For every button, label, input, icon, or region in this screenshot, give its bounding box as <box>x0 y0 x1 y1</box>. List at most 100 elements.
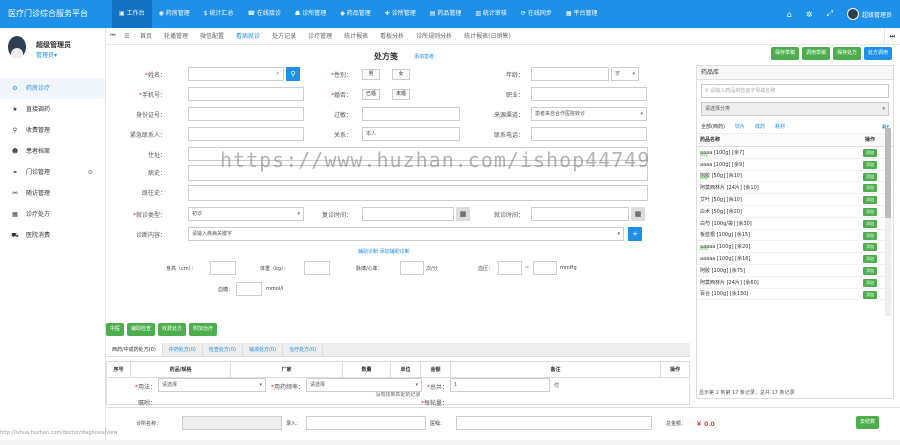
add-drug-button[interactable]: 添加 <box>863 207 877 216</box>
sidebar-item-followup[interactable]: ⚯ 随访管理 <box>0 183 105 204</box>
tab-western-rx[interactable]: 西药/中成药处方(0) <box>106 343 163 356</box>
sidebar-item-dispense[interactable]: ★ 直接调药 <box>0 99 105 120</box>
load-draft-button[interactable]: 调用草稿 <box>801 47 830 60</box>
add-drug-button[interactable]: 添加 <box>863 184 877 193</box>
bp-high-input[interactable] <box>498 261 522 275</box>
profile-role-dropdown[interactable]: 管理员▾ <box>36 50 57 59</box>
expand-icon[interactable]: ⤢ <box>827 9 833 19</box>
phone-input[interactable] <box>188 87 304 101</box>
extra-treatment-button[interactable]: 附加治疗 <box>189 323 218 336</box>
married-yes-radio[interactable]: 已婚 <box>362 89 380 100</box>
recheck-time-input[interactable] <box>362 207 454 221</box>
tab-infusion-rx[interactable]: 输液处方(0) <box>243 343 284 356</box>
married-no-radio[interactable]: 未婚 <box>392 89 410 100</box>
add-drug-button[interactable]: 添加 <box>863 255 877 264</box>
tab-rules[interactable]: 诊所规则分析 <box>410 28 458 45</box>
cat-patent[interactable]: 成药 <box>755 120 765 133</box>
tab-visit[interactable]: 看病就诊 <box>230 28 266 45</box>
sidebar-item-outpatient[interactable]: ⚭ 门诊管理 ⚙ <box>0 162 105 183</box>
add-drug-button[interactable]: 添加 <box>863 172 877 181</box>
add-diagnosis-button[interactable]: + <box>628 227 642 241</box>
past-history-textarea[interactable] <box>188 185 648 201</box>
age-input[interactable] <box>531 67 609 81</box>
tab-home[interactable]: 首页 <box>134 28 158 45</box>
visit-time-input[interactable] <box>531 207 629 221</box>
topnav-item-online[interactable]: ☎ 在线接诊 <box>241 0 288 28</box>
tab-daily-sales[interactable]: 统计报表(日销售) <box>458 28 517 45</box>
tab-herbal-rx[interactable]: 中药处方(0) <box>163 343 203 356</box>
search-patient-button[interactable]: ⚲ <box>286 67 300 81</box>
topnav-item-drugs[interactable]: ◆ 药品管理 <box>333 0 378 28</box>
topnav-item-platform[interactable]: ▦ 平台管理 <box>559 0 605 28</box>
tab-dashboard[interactable]: 看板分析 <box>374 28 410 45</box>
aux-exam-button[interactable]: 辅助检查 <box>127 323 156 336</box>
drug-category-select[interactable]: 请选择分类 <box>701 102 889 116</box>
assist-diagnosis-link[interactable]: 辅助诊断 添加辅助诊断 <box>358 248 410 255</box>
source-select[interactable]: 患者来自合作医院转诊 <box>531 107 647 121</box>
tab-exam-rx[interactable]: 检查处方(0) <box>203 343 243 356</box>
sidebar-item-billing[interactable]: ⚲ 收费管理 <box>0 120 105 141</box>
save-draft-button[interactable]: 保存草稿 <box>770 47 799 60</box>
fee-rx-button[interactable]: 收费处方 <box>158 323 187 336</box>
cat-supplies[interactable]: 耗材 <box>775 120 785 133</box>
occupation-input[interactable] <box>531 87 647 101</box>
contact-phone-input[interactable] <box>531 127 647 141</box>
tab-treatment-rx[interactable]: 治疗处方(0) <box>283 343 324 356</box>
topnav-item-clinic2[interactable]: ✚ 诊所管理 <box>378 0 423 28</box>
sugar-input[interactable] <box>236 282 262 296</box>
idcard-input[interactable] <box>188 107 304 121</box>
sidebar-item-consumption[interactable]: ⛟ 医院消费 <box>0 225 105 246</box>
tab-diag-manage[interactable]: 诊疗管理 <box>302 28 338 45</box>
add-drug-button[interactable]: 添加 <box>863 196 877 205</box>
heart-input[interactable] <box>400 261 424 275</box>
tcm-button[interactable]: 中医 <box>106 323 125 336</box>
topnav-item-workbench[interactable]: ▣ 工作台 <box>112 0 152 28</box>
sidebar-item-prescriptions[interactable]: ▦ 诊疗处方 <box>0 204 105 225</box>
tab-rx-records[interactable]: 处方记录 <box>266 28 302 45</box>
add-drug-button[interactable]: 添加 <box>863 243 877 252</box>
call-rx-button[interactable]: 处方调用 <box>863 47 892 60</box>
scroll-thumb[interactable] <box>885 128 891 218</box>
add-drug-button[interactable]: 添加 <box>863 219 877 228</box>
usage-select[interactable]: 请选择 <box>158 378 266 392</box>
checkout-button[interactable]: 去结算 <box>856 416 880 429</box>
bp-low-input[interactable] <box>533 261 557 275</box>
weight-input[interactable] <box>304 261 330 275</box>
contact-input[interactable] <box>188 127 304 141</box>
add-patient-link[interactable]: 添加患者 <box>414 53 434 60</box>
age-unit-select[interactable]: 岁 <box>611 67 639 81</box>
tabs-back-icon[interactable]: ⏮ <box>106 32 120 40</box>
sidebar-item-patients[interactable]: ☻ 患者档案 <box>0 141 105 162</box>
calendar-icon[interactable]: ▦ <box>631 207 645 221</box>
topnav-item-stats[interactable]: $ 统计汇总 <box>197 0 241 28</box>
drug-list-scrollbar[interactable] <box>885 128 891 316</box>
entered-by-input[interactable] <box>306 416 426 430</box>
gender-male-radio[interactable]: 男 <box>362 69 380 80</box>
settings-icon[interactable]: ✲ <box>806 10 813 19</box>
add-drug-button[interactable]: 添加 <box>863 290 877 299</box>
gender-female-radio[interactable]: 女 <box>392 69 410 80</box>
user-menu[interactable]: 超级管理员 <box>846 8 892 20</box>
tab-wechat[interactable]: 微信配置 <box>194 28 230 45</box>
add-drug-button[interactable]: 添加 <box>863 149 877 157</box>
add-drug-button[interactable]: 添加 <box>863 231 877 240</box>
drug-search-input[interactable]: ⚲ 请输入药品拼音首字母或名称 <box>701 84 889 98</box>
tab-reports[interactable]: 统计报表 <box>338 28 374 45</box>
height-input[interactable] <box>210 261 236 275</box>
cat-herbal[interactable]: 饮片 <box>735 120 745 133</box>
sidebar-item-diagnosis[interactable]: ⚙ 药房诊疗 <box>0 78 105 99</box>
add-drug-button[interactable]: 添加 <box>863 160 877 169</box>
diagnosis-select[interactable]: 请输入疾病关键字 <box>188 227 624 241</box>
cat-all[interactable]: 全部(西药) <box>701 120 725 133</box>
advice-input[interactable] <box>456 416 652 430</box>
tabs-forward-icon[interactable]: ⏭ <box>883 27 900 45</box>
total-input[interactable]: 1 <box>450 378 550 392</box>
add-drug-button[interactable]: 添加 <box>863 266 877 275</box>
topnav-item-sync[interactable]: ⟳ 在线同步 <box>514 0 559 28</box>
menu-toggle-icon[interactable]: ☰ <box>120 33 134 40</box>
topnav-item-clinic[interactable]: ☗ 诊所管理 <box>288 0 333 28</box>
relation-input[interactable]: 本人 <box>362 127 460 141</box>
home-icon[interactable]: ⌂ <box>787 10 792 19</box>
topnav-item-pharmacy[interactable]: ◉ 药房管理 <box>152 0 197 28</box>
calendar-icon[interactable]: ▦ <box>456 207 470 221</box>
